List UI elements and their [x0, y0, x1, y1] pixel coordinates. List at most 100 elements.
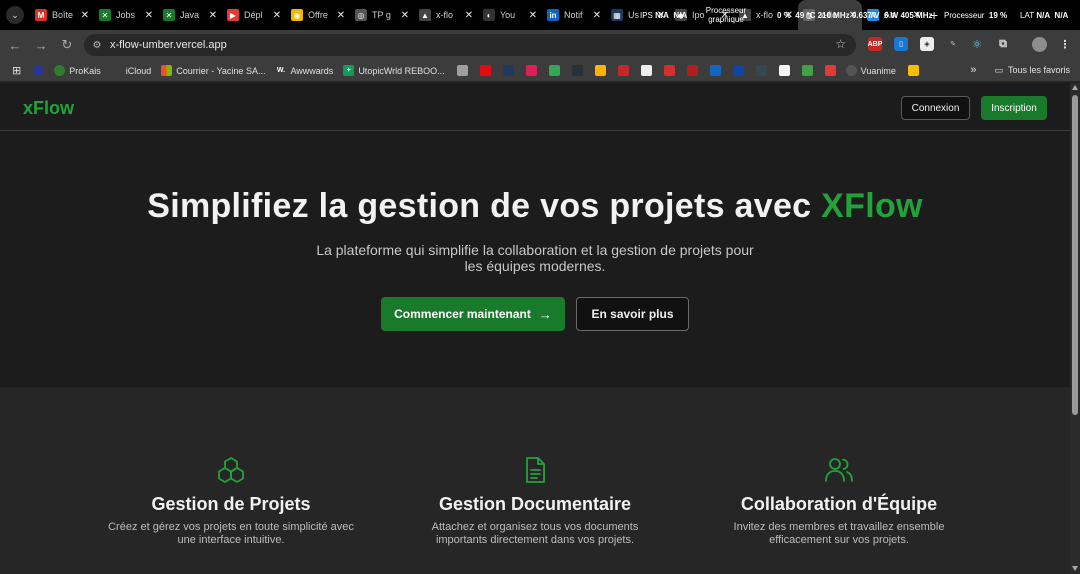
tab-favicon-icon: ✕ [163, 9, 175, 21]
feature-description: Attachez et organisez tous vos documents… [431, 521, 639, 546]
tab-close-icon[interactable]: ✕ [81, 10, 89, 21]
ips-value-1: N/A [655, 10, 669, 20]
login-button[interactable]: Connexion [901, 96, 970, 120]
cubes-icon [218, 457, 244, 483]
bookmarks-folder[interactable]: » ▭ Tous les favoris [970, 64, 1070, 76]
lat-value-2: N/A [1054, 10, 1069, 20]
browser-tab[interactable]: M Boîte ✕ [30, 0, 94, 30]
bookmark-icon-1[interactable] [33, 65, 45, 76]
address-url[interactable]: x-flow-umber.vercel.app [110, 39, 227, 51]
bookmark-icon-13[interactable] [755, 65, 767, 76]
bookmark-icon-9[interactable] [663, 65, 675, 76]
tab-close-icon[interactable]: ✕ [593, 10, 601, 21]
bookmark-icon-2[interactable] [456, 65, 468, 76]
scroll-down-icon[interactable] [1072, 566, 1078, 571]
feature-title: Gestion de Projets [151, 494, 311, 514]
browser-tab[interactable]: ✕ Java ✕ [158, 0, 222, 30]
tab-close-icon[interactable]: ✕ [465, 10, 473, 21]
tab-label: TP g [372, 10, 391, 20]
browser-tab[interactable]: ◎ TP g ✕ [350, 0, 414, 30]
drive-icon-2[interactable] [907, 65, 919, 76]
browser-tab[interactable]: ✕ Jobs ✕ [94, 0, 158, 30]
bookmark-icon-5[interactable] [571, 65, 583, 76]
back-icon[interactable]: ← [4, 34, 26, 56]
adblock-extension-icon[interactable]: ABP [868, 37, 882, 51]
tab-label: Jobs [116, 10, 136, 20]
bookmark-icon-10[interactable] [686, 65, 698, 76]
bookmark-icon-14[interactable] [778, 65, 790, 76]
tab-favicon-icon: ✕ [99, 9, 111, 21]
browser-tab[interactable]: ▲ x-flo ✕ [414, 0, 478, 30]
cpu-readout: Processeur 19 % [944, 0, 1007, 30]
extension-puzzle-dev-icon[interactable]: ✎ [946, 37, 960, 51]
tab-search-icon[interactable]: ⌄ [6, 6, 24, 24]
tab-close-icon[interactable]: ✕ [401, 10, 409, 21]
tab-close-icon[interactable]: ✕ [529, 10, 537, 21]
site-info-icon[interactable]: ⚙ [90, 38, 104, 52]
bookmark-utopicwrld[interactable]: + UtopicWrld REBOO... [343, 65, 445, 76]
bookmark-awwwards[interactable]: W. Awwwards [275, 65, 333, 76]
address-bar[interactable]: ⚙ x-flow-umber.vercel.app ☆ [84, 34, 856, 56]
tab-close-icon[interactable]: ✕ [273, 10, 281, 21]
feature-description: Créez et gérez vos projets en toute simp… [108, 521, 354, 546]
learn-more-button[interactable]: En savoir plus [576, 297, 689, 331]
browser-tab[interactable]: ◉ Offre ✕ [286, 0, 350, 30]
system-monitor-ips: IPS N/A N/A [640, 0, 687, 30]
page-scrollbar[interactable] [1070, 83, 1080, 574]
extension-doc-icon[interactable]: ▯ [894, 37, 908, 51]
chevron-more-icon[interactable]: » [970, 64, 976, 76]
slack-icon[interactable] [525, 65, 537, 76]
bookmark-courrier[interactable]: Courrier - Yacine SA... [161, 65, 265, 76]
browser-tab[interactable]: in Notif ✕ [542, 0, 606, 30]
site-logo[interactable]: xFlow [23, 98, 74, 119]
profile-avatar[interactable] [1032, 37, 1047, 52]
browser-tab[interactable]: ▶ Dépl ✕ [222, 0, 286, 30]
hero-subtitle: La plateforme qui simplifie la collabora… [316, 242, 754, 274]
gpu-clock: 210 MHz [817, 10, 850, 20]
bookmark-icon-12[interactable] [732, 65, 744, 76]
react-devtools-icon[interactable]: ⚛ [970, 37, 984, 51]
gpu-label-text: Processeur graphique [705, 6, 747, 24]
folder-icon: ▭ [994, 64, 1003, 75]
scroll-thumb[interactable] [1072, 95, 1078, 415]
browser-tab[interactable]: ◐ You ✕ [478, 0, 542, 30]
browser-menu-icon[interactable]: ⋮ [1058, 37, 1072, 51]
signup-button[interactable]: Inscription [981, 96, 1047, 120]
drive-icon[interactable] [548, 65, 560, 76]
feature-description: Invitez des membres et travaillez ensemb… [733, 521, 945, 546]
tab-favicon-icon: ◎ [355, 9, 367, 21]
bookmark-icloud[interactable]: iCloud [111, 65, 152, 76]
web-page: xFlow Connexion Inscription Simplifiez l… [0, 83, 1070, 574]
lat-value-1: N/A [1036, 10, 1051, 20]
tab-favicon-icon: M [35, 9, 47, 21]
tab-label: Dépl [244, 10, 263, 20]
forward-icon[interactable]: → [30, 34, 52, 56]
apps-grid-icon[interactable]: ⊞ [12, 64, 21, 77]
extension-square-icon[interactable]: ◈ [920, 37, 934, 51]
reload-icon[interactable]: ↻ [56, 34, 78, 56]
bookmark-icon-6[interactable] [594, 65, 606, 76]
bookmark-icon-11[interactable] [709, 65, 721, 76]
bookmark-star-icon[interactable]: ☆ [835, 37, 846, 51]
bookmark-icon-8[interactable] [640, 65, 652, 76]
tab-close-icon[interactable]: ✕ [337, 10, 345, 21]
hero-title-prefix: Simplifiez la gestion de vos projets ave… [147, 187, 812, 225]
extensions-puzzle-icon[interactable]: ⧉ [996, 37, 1010, 51]
bookmark-vuanime[interactable]: Vuanime [845, 65, 896, 76]
bookmark-icon-3[interactable] [479, 65, 491, 76]
bookmark-prokais[interactable]: ProKais [54, 65, 101, 76]
tab-close-icon[interactable]: ✕ [209, 10, 217, 21]
tab-close-icon[interactable]: ✕ [145, 10, 153, 21]
gpu-mem-clock: 405 MHz [900, 10, 933, 20]
get-started-button[interactable]: Commencer maintenant → [381, 297, 565, 331]
bookmark-label: ProKais [69, 65, 101, 76]
gpu-label: Processeur graphique [704, 0, 748, 30]
bookmark-icon-7[interactable] [617, 65, 629, 76]
bookmark-icon-4[interactable] [502, 65, 514, 76]
bookmark-label: UtopicWrld REBOO... [358, 65, 445, 76]
scroll-up-icon[interactable] [1072, 85, 1078, 90]
bookmark-icon-16[interactable] [824, 65, 836, 76]
hero-section: Simplifiez la gestion de vos projets ave… [0, 131, 1070, 387]
bookmark-icon-15[interactable] [801, 65, 813, 76]
hero-title: Simplifiez la gestion de vos projets ave… [0, 187, 1070, 226]
